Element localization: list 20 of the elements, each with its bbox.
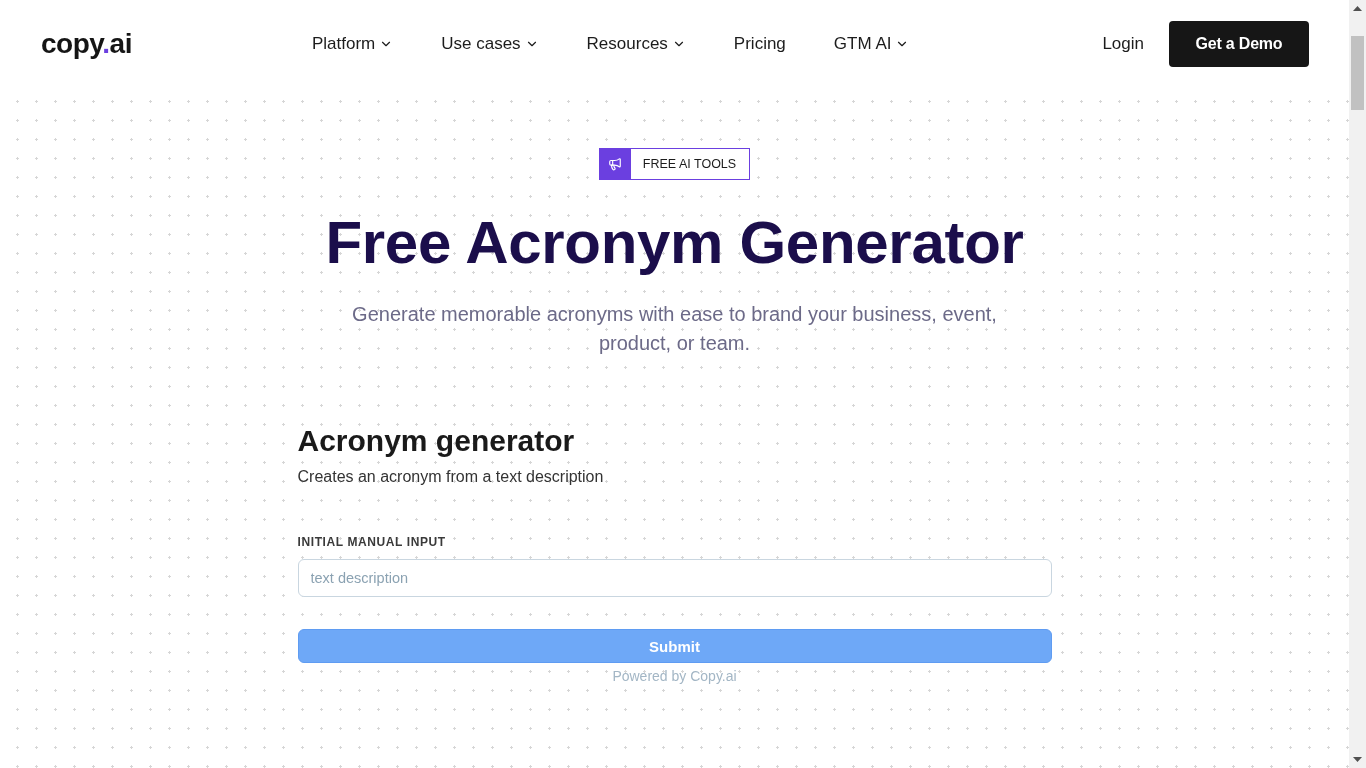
nav-menu-item[interactable]: Pricing — [733, 34, 786, 54]
scroll-up-arrow-icon[interactable] — [1353, 6, 1362, 11]
get-demo-button[interactable]: Get a Demo — [1169, 21, 1309, 67]
page-subtitle: Generate memorable acronyms with ease to brand your business, event, product, or team. — [351, 302, 998, 356]
logo[interactable]: copy.ai — [41, 28, 132, 60]
nav-menu-item[interactable]: Platform — [311, 34, 394, 54]
nav-menu-item[interactable]: Use cases — [441, 34, 539, 54]
field-label: INITIAL MANUAL INPUT — [297, 534, 446, 550]
tool-description: Creates an acronym from a text description — [297, 467, 604, 487]
login-link[interactable]: Login — [1102, 34, 1144, 54]
nav-menu-item[interactable]: GTM AI — [833, 34, 910, 54]
powered-by-text: Powered by Copy.ai — [612, 667, 737, 685]
scrollbar-thumb[interactable] — [1351, 36, 1364, 110]
category-label: FREE AI TOOLS — [641, 156, 738, 173]
scrollbar[interactable] — [1349, 0, 1366, 768]
nav-menu-item[interactable]: Resources — [586, 34, 686, 54]
scroll-down-arrow-icon[interactable] — [1353, 757, 1362, 762]
tool-title: Acronym generator — [297, 423, 575, 459]
input-field[interactable]: text description — [297, 559, 1052, 597]
page-title: Free Acronym Generator — [325, 208, 1024, 278]
